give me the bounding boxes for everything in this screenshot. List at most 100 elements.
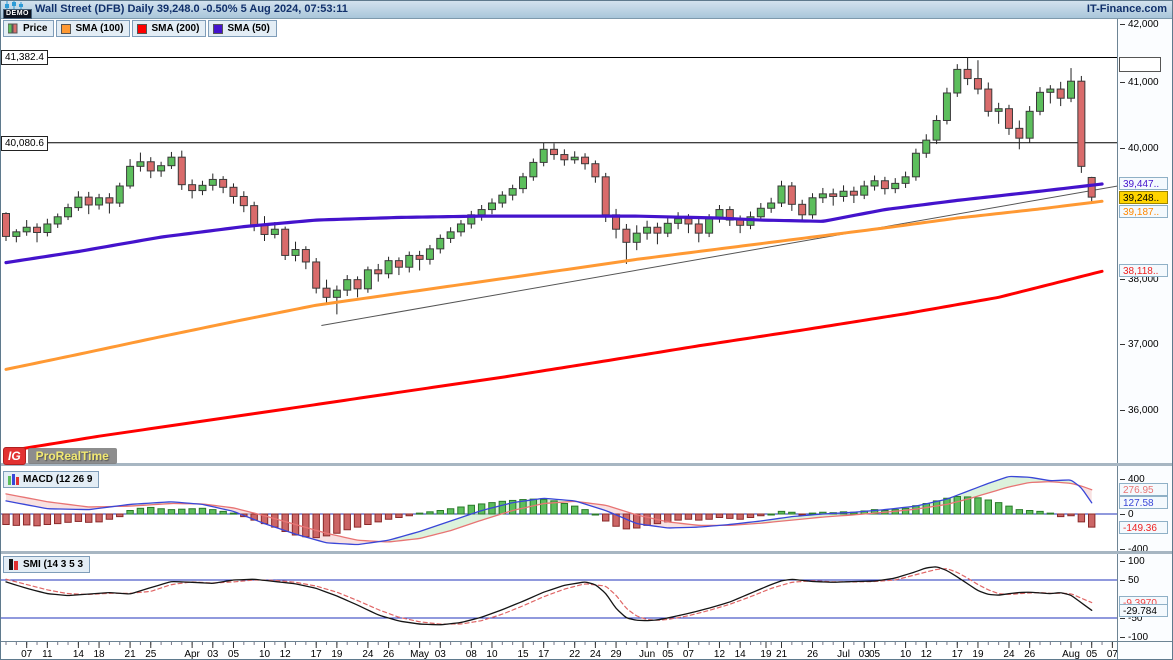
time-axis-label: 29 — [610, 649, 622, 660]
time-axis-label: 10 — [259, 649, 271, 660]
smi-axis-tick: 100 — [1120, 555, 1145, 567]
time-axis-label: 05 — [869, 649, 881, 660]
time-axis-label: 21 — [125, 649, 137, 660]
sma50-value-tag: 39,447.. — [1119, 177, 1168, 190]
time-axis-label: Aug — [1062, 649, 1080, 660]
macd-icon — [8, 474, 19, 485]
price-axis-tick: 36,000 — [1120, 404, 1159, 416]
sma200-line — [6, 271, 1102, 451]
time-axis-label: 17 — [311, 649, 323, 660]
price-axis-tick: 41,000 — [1120, 77, 1159, 89]
level-axis-box — [1119, 57, 1161, 72]
time-axis-label: 26 — [383, 649, 395, 660]
level-label-40080[interactable]: 40,080.6 — [1, 136, 48, 151]
time-axis-label: 10 — [486, 649, 498, 660]
price-axis-tick: 40,000 — [1120, 142, 1159, 154]
time-axis-label: 19 — [331, 649, 343, 660]
legend-price[interactable]: Price — [3, 20, 54, 37]
time-axis-label: 05 — [228, 649, 240, 660]
time-axis-label: 12 — [921, 649, 933, 660]
ig-prorealtime-logo: IG ProRealTime — [3, 447, 117, 465]
time-axis-label: Jun — [639, 649, 655, 660]
time-axis-label: 05 — [662, 649, 674, 660]
prorealtime-logo: ProRealTime — [28, 448, 117, 464]
price-axis-strip[interactable]: 42,00041,00040,00039,00038,00037,00036,0… — [1117, 18, 1173, 660]
candles-layer — [3, 57, 1096, 314]
sma50-line — [6, 184, 1102, 263]
smi-value-tag: -29.784 — [1119, 604, 1168, 617]
time-axis-label: 15 — [517, 649, 529, 660]
time-axis-label: 07 — [1107, 649, 1117, 660]
time-axis-label: 24 — [362, 649, 374, 660]
time-axis-label: 22 — [569, 649, 581, 660]
smi-icon — [8, 559, 19, 570]
time-axis-label: 12 — [280, 649, 292, 660]
legend-sma200-label: SMA (200) — [151, 23, 199, 34]
legend-sma50-label: SMA (50) — [227, 23, 269, 34]
sma100-swatch-icon — [61, 24, 71, 34]
time-axis-label: 03 — [207, 649, 219, 660]
price-candles-icon — [8, 23, 19, 34]
sma200-value-tag: 38,118.. — [1119, 264, 1168, 277]
smi-label: SMI (14 3 5 3 — [23, 559, 83, 570]
time-axis-label: 18 — [93, 649, 105, 660]
time-axis-label: 03 — [435, 649, 447, 660]
macd-line-value-tag: 127.58 — [1119, 496, 1168, 509]
time-axis-label: 05 — [1086, 649, 1098, 660]
legend-bar: Price SMA (100) SMA (200) SMA (50) — [3, 20, 277, 37]
time-axis-label: 26 — [807, 649, 819, 660]
time-axis-label: 24 — [1003, 649, 1015, 660]
time-axis-label: 17 — [952, 649, 964, 660]
legend-price-label: Price — [23, 23, 47, 34]
macd-signal-value-tag: 276.95 — [1119, 483, 1168, 496]
time-axis-label: 07 — [683, 649, 695, 660]
time-axis-label: 26 — [1024, 649, 1036, 660]
legend-sma100-label: SMA (100) — [75, 23, 123, 34]
macd-label: MACD (12 26 9 — [23, 474, 92, 485]
last-price-tag: 39,248.. — [1119, 191, 1168, 204]
it-finance-brand: IT-Finance.com — [1087, 3, 1167, 15]
price-axis-tick: 42,000 — [1120, 18, 1159, 30]
time-axis-label: 19 — [972, 649, 984, 660]
price-axis-tick: 37,000 — [1120, 339, 1159, 351]
sma100-value-tag: 39,187.. — [1119, 205, 1168, 218]
ig-logo: IG — [3, 447, 26, 465]
time-axis-label: 08 — [466, 649, 478, 660]
chart-window: DEMO Wall Street (DFB) Daily 39,248.0 -0… — [0, 0, 1173, 660]
time-axis-label: 17 — [538, 649, 550, 660]
time-axis-label: Jul — [837, 649, 850, 660]
macd-histogram-value-tag: -149.36 — [1119, 521, 1168, 534]
time-axis-label: 21 — [776, 649, 788, 660]
sma100-line — [6, 201, 1102, 369]
smi-line — [6, 567, 1092, 625]
axis-divider — [1, 641, 1173, 642]
time-axis-label: 24 — [590, 649, 602, 660]
main-price-panel[interactable] — [1, 18, 1117, 464]
panel-divider[interactable] — [1, 551, 1173, 554]
macd-label-chip[interactable]: MACD (12 26 9 — [3, 471, 99, 488]
time-axis-label: 12 — [714, 649, 726, 660]
smi-panel[interactable] — [1, 554, 1117, 641]
legend-sma200[interactable]: SMA (200) — [132, 20, 206, 37]
time-axis-label: 14 — [735, 649, 747, 660]
panel-divider[interactable] — [1, 463, 1173, 466]
time-axis-label: Apr — [184, 649, 200, 660]
time-axis-label: 14 — [73, 649, 85, 660]
demo-badge: DEMO — [3, 9, 32, 19]
macd-axis-tick: 0 — [1120, 508, 1134, 520]
legend-sma50[interactable]: SMA (50) — [208, 20, 276, 37]
smi-signal-line — [6, 569, 1092, 624]
legend-sma100[interactable]: SMA (100) — [56, 20, 130, 37]
time-axis-label: 25 — [145, 649, 157, 660]
macd-panel[interactable] — [1, 466, 1117, 552]
sma200-swatch-icon — [137, 24, 147, 34]
sma50-swatch-icon — [213, 24, 223, 34]
title-bar: DEMO Wall Street (DFB) Daily 39,248.0 -0… — [1, 1, 1172, 19]
level-label-41382[interactable]: 41,382.4 — [1, 50, 48, 65]
instrument-title: Wall Street (DFB) Daily 39,248.0 -0.50% … — [35, 3, 348, 15]
smi-label-chip[interactable]: SMI (14 3 5 3 — [3, 556, 90, 573]
time-axis-label: 10 — [900, 649, 912, 660]
time-axis-label: 11 — [42, 649, 53, 660]
smi-axis-tick: 50 — [1120, 574, 1139, 586]
time-axis[interactable]: 071114182125Apr0305101217192426May030810… — [1, 642, 1117, 660]
